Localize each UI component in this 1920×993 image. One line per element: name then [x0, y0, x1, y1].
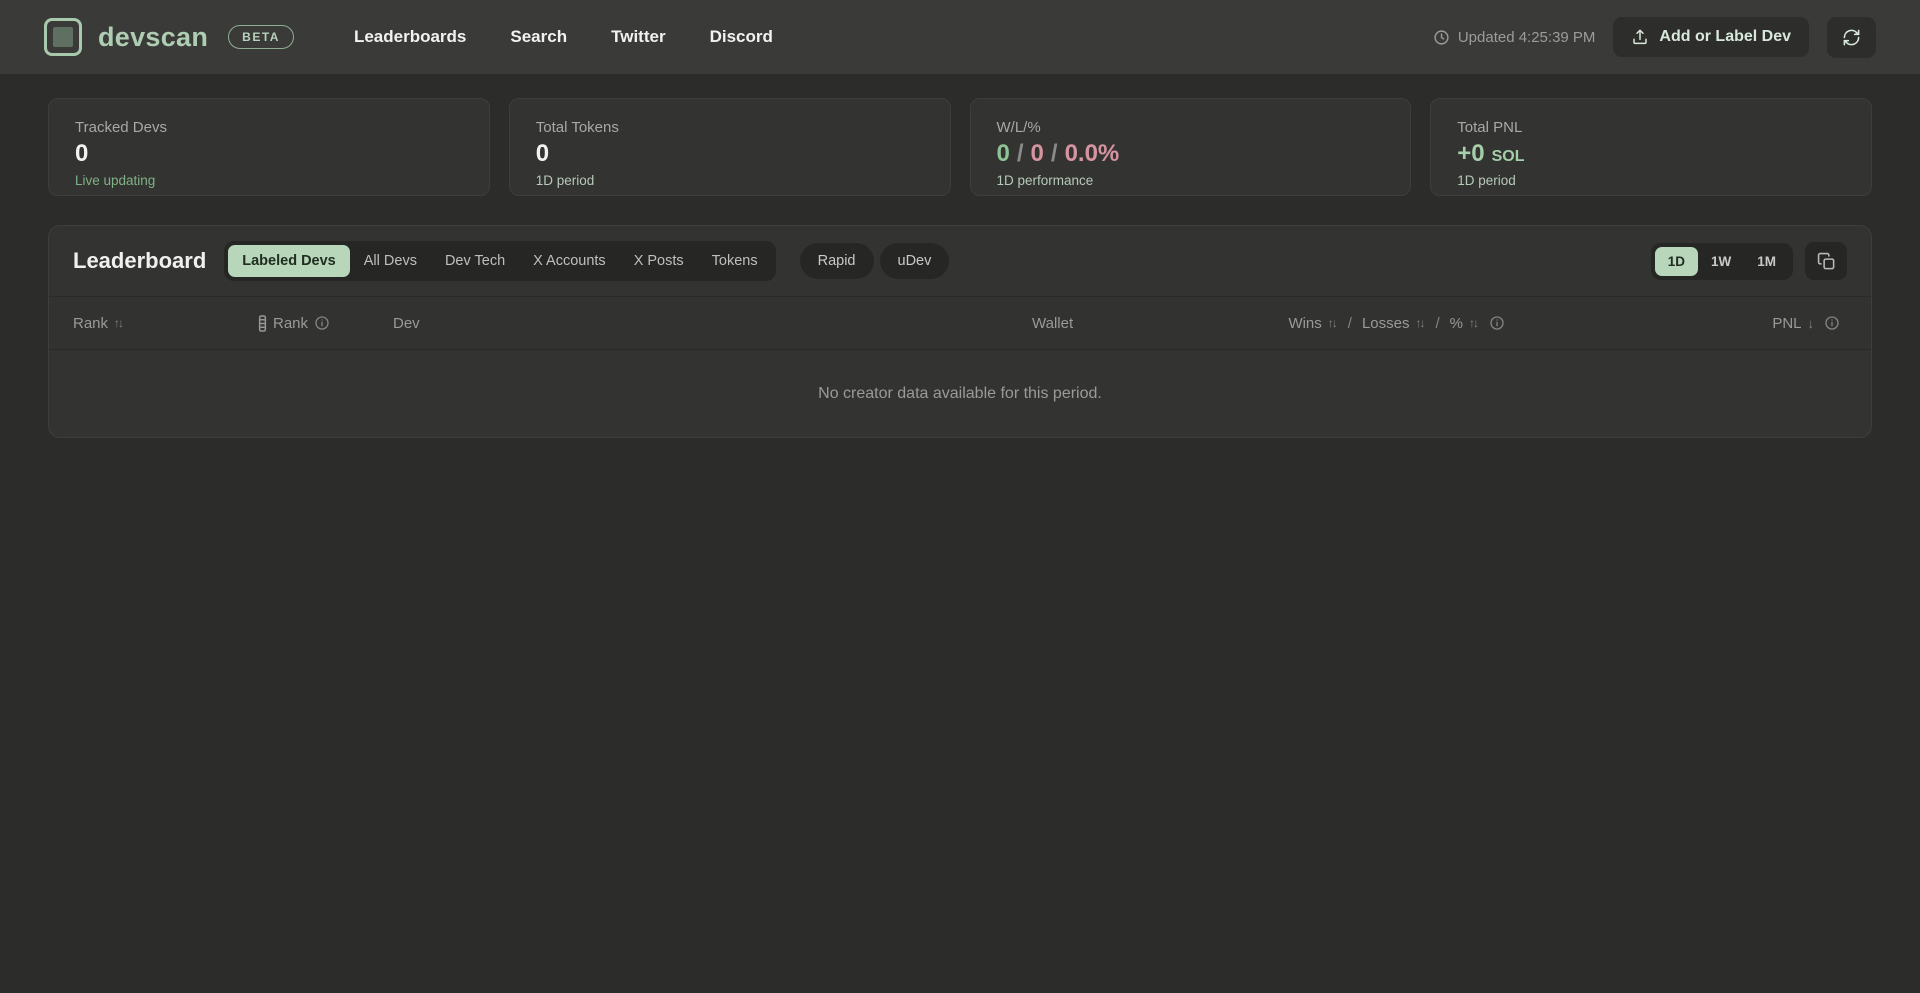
period-controls: 1D 1W 1M	[1651, 242, 1847, 280]
clock-icon	[1433, 29, 1450, 46]
tab-labeled-devs[interactable]: Labeled Devs	[228, 245, 350, 277]
info-icon	[314, 315, 330, 331]
table-header-row: Rank ↑↓ Rank Dev Wallet Wins	[49, 296, 1871, 350]
updated-text: Updated 4:25:39 PM	[1458, 29, 1596, 46]
column-header-wallet: Wallet	[1032, 315, 1285, 332]
rank-badge-icon	[258, 315, 267, 332]
stat-label: W/L/%	[997, 119, 1385, 136]
brand-title: devscan	[98, 22, 208, 53]
updated-status: Updated 4:25:39 PM	[1433, 29, 1596, 46]
tab-x-posts[interactable]: X Posts	[620, 245, 698, 277]
period-1d-button[interactable]: 1D	[1655, 247, 1698, 276]
info-icon	[1824, 315, 1840, 331]
pct-column-label: %	[1450, 315, 1463, 332]
stat-value-wl: 0/0/0.0%	[997, 141, 1385, 167]
filter-rapid-button[interactable]: Rapid	[800, 243, 874, 279]
stat-subtitle: Live updating	[75, 173, 463, 188]
leaderboard-title: Leaderboard	[73, 248, 206, 274]
wallet-column-label: Wallet	[1032, 315, 1073, 332]
devscan-logo-inner-square	[53, 27, 73, 47]
sort-updown-icon: ↑↓	[1328, 316, 1338, 330]
separator: /	[1010, 140, 1031, 167]
sort-updown-icon: ↑↓	[114, 316, 124, 330]
losses-column-label: Losses	[1362, 315, 1410, 332]
period-1w-button[interactable]: 1W	[1698, 247, 1744, 276]
separator: /	[1044, 140, 1065, 167]
beta-badge: BETA	[228, 25, 294, 49]
sort-updown-icon: ↑↓	[1469, 316, 1479, 330]
losses-value: 0	[1031, 140, 1044, 167]
leaderboard-header: Leaderboard Labeled Devs All Devs Dev Te…	[49, 226, 1871, 296]
stat-label: Total PNL	[1457, 119, 1845, 136]
tab-x-accounts[interactable]: X Accounts	[519, 245, 620, 277]
stat-subtitle: 1D period	[1457, 173, 1845, 188]
nav-discord[interactable]: Discord	[710, 27, 773, 47]
sort-desc-icon: ↓	[1808, 316, 1817, 331]
stat-subtitle: 1D period	[536, 173, 924, 188]
separator: /	[1431, 315, 1443, 332]
main-nav: Leaderboards Search Twitter Discord	[354, 27, 773, 47]
stat-label: Tracked Devs	[75, 119, 463, 136]
separator: /	[1344, 315, 1356, 332]
stat-label: Total Tokens	[536, 119, 924, 136]
stat-card-total-pnl: Total PNL +0 SOL 1D period	[1430, 98, 1872, 196]
app-header: devscan BETA Leaderboards Search Twitter…	[0, 0, 1920, 74]
info-icon	[1489, 315, 1505, 331]
empty-state: No creator data available for this perio…	[49, 350, 1871, 437]
stat-card-total-tokens: Total Tokens 0 1D period	[509, 98, 951, 196]
header-right: Updated 4:25:39 PM Add or Label Dev	[1433, 17, 1876, 58]
leaderboard-panel: Leaderboard Labeled Devs All Devs Dev Te…	[48, 225, 1872, 438]
pnl-unit: SOL	[1492, 148, 1525, 165]
stats-row: Tracked Devs 0 Live updating Total Token…	[48, 98, 1872, 196]
stat-value: 0	[536, 141, 924, 167]
pnl-value: +0	[1457, 140, 1484, 167]
column-header-scan-rank[interactable]: Rank	[258, 315, 393, 332]
add-or-label-dev-label: Add or Label Dev	[1659, 28, 1791, 46]
wins-column-label: Wins	[1288, 315, 1321, 332]
period-segmented-control: 1D 1W 1M	[1651, 243, 1793, 280]
tab-all-devs[interactable]: All Devs	[350, 245, 431, 277]
scan-rank-column-label: Rank	[273, 315, 308, 332]
filter-pills: Rapid uDev	[800, 243, 950, 279]
dev-column-label: Dev	[393, 315, 420, 332]
pnl-column-label: PNL	[1772, 315, 1801, 332]
add-or-label-dev-button[interactable]: Add or Label Dev	[1613, 17, 1809, 57]
column-header-pnl[interactable]: PNL ↓	[1505, 315, 1840, 332]
stat-value-pnl: +0 SOL	[1457, 141, 1845, 167]
refresh-button[interactable]	[1827, 17, 1876, 58]
stat-subtitle: 1D performance	[997, 173, 1385, 188]
tab-dev-tech[interactable]: Dev Tech	[431, 245, 519, 277]
column-header-wins-losses-pct[interactable]: Wins ↑↓ / Losses ↑↓ / % ↑↓	[1285, 315, 1505, 332]
filter-udev-button[interactable]: uDev	[880, 243, 950, 279]
pct-value: 0.0%	[1065, 140, 1120, 167]
column-header-dev: Dev	[393, 315, 1032, 332]
empty-state-message: No creator data available for this perio…	[818, 385, 1102, 403]
copy-icon	[1817, 252, 1836, 271]
wins-value: 0	[997, 140, 1010, 167]
upload-icon	[1631, 28, 1649, 46]
nav-leaderboards[interactable]: Leaderboards	[354, 27, 466, 47]
copy-button[interactable]	[1805, 242, 1847, 280]
sort-updown-icon: ↑↓	[1415, 316, 1425, 330]
stat-card-wl-pct: W/L/% 0/0/0.0% 1D performance	[970, 98, 1412, 196]
stat-value: 0	[75, 141, 463, 167]
leaderboard-tab-group: Labeled Devs All Devs Dev Tech X Account…	[224, 241, 775, 281]
tab-tokens[interactable]: Tokens	[698, 245, 772, 277]
nav-twitter[interactable]: Twitter	[611, 27, 665, 47]
refresh-icon	[1842, 28, 1861, 47]
stat-card-tracked-devs: Tracked Devs 0 Live updating	[48, 98, 490, 196]
column-header-rank[interactable]: Rank ↑↓	[73, 315, 258, 332]
devscan-logo-icon[interactable]	[44, 18, 82, 56]
period-1m-button[interactable]: 1M	[1744, 247, 1789, 276]
rank-column-label: Rank	[73, 315, 108, 332]
nav-search[interactable]: Search	[510, 27, 567, 47]
